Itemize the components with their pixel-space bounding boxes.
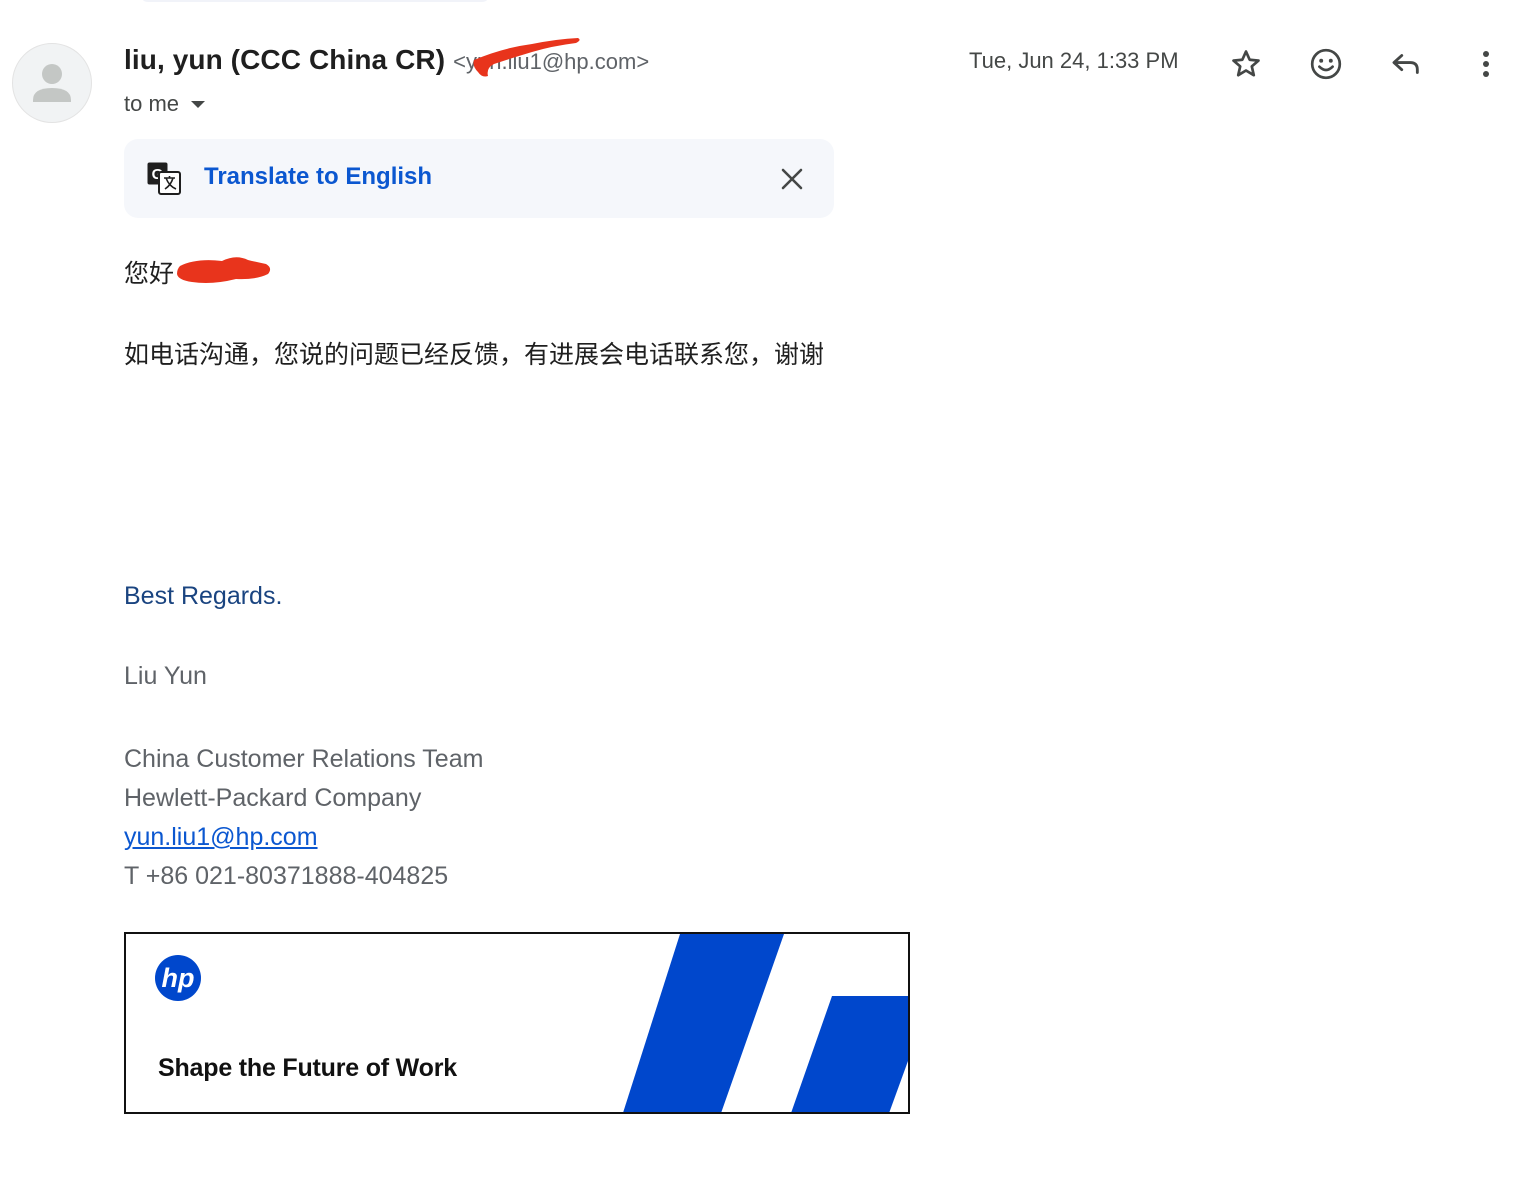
signature-email-link[interactable]: yun.liu1@hp.com [124,823,318,851]
redaction-mark [177,257,271,283]
translate-icon: G [147,162,181,195]
recipient-label: to me [124,91,180,116]
sender-email: <yun.liu1@hp.com> [453,49,650,74]
signature-phone: T +86 021-80371888-404825 [124,862,449,890]
recipient-line[interactable]: to me [124,88,206,120]
message-date: Tue, Jun 24, 1:33 PM [969,48,1179,73]
chevron-down-icon[interactable] [191,100,206,108]
default-person-icon [33,64,71,102]
hp-logo-text: hp [162,963,195,993]
close-icon[interactable] [774,161,810,197]
signature-team: China Customer Relations Team [124,745,484,773]
banner-tagline: Shape the Future of Work [158,1054,457,1082]
translate-link[interactable]: Translate to English [204,163,432,191]
sender-line: liu, yun (CCC China CR) <yun.liu1@hp.com… [124,44,649,82]
greeting-text: 您好 [124,259,175,288]
message-body: 如电话沟通，您说的问题已经反馈，有进展会电话联系您，谢谢 [124,340,825,369]
reply-icon[interactable] [1384,42,1428,86]
sender-avatar[interactable] [12,43,92,123]
more-vert-icon[interactable] [1464,42,1508,86]
hp-logo-icon: hp [155,955,201,1001]
signature-name: Liu Yun [124,662,207,690]
emoji-reaction-icon[interactable] [1304,42,1348,86]
sender-name[interactable]: liu, yun (CCC China CR) [124,44,445,76]
translate-bar: G Translate to English [124,139,834,218]
banner-stripes [623,934,908,1112]
signature-details: China Customer Relations Team Hewlett-Pa… [124,740,483,896]
hp-banner[interactable]: hp Shape the Future of Work [124,932,910,1114]
star-icon[interactable] [1224,42,1268,86]
signature-company: Hewlett-Packard Company [124,784,422,812]
signature-regards: Best Regards. [124,582,283,610]
email-view: liu, yun (CCC China CR) <yun.liu1@hp.com… [0,0,1536,1186]
previous-message-edge [140,0,490,2]
